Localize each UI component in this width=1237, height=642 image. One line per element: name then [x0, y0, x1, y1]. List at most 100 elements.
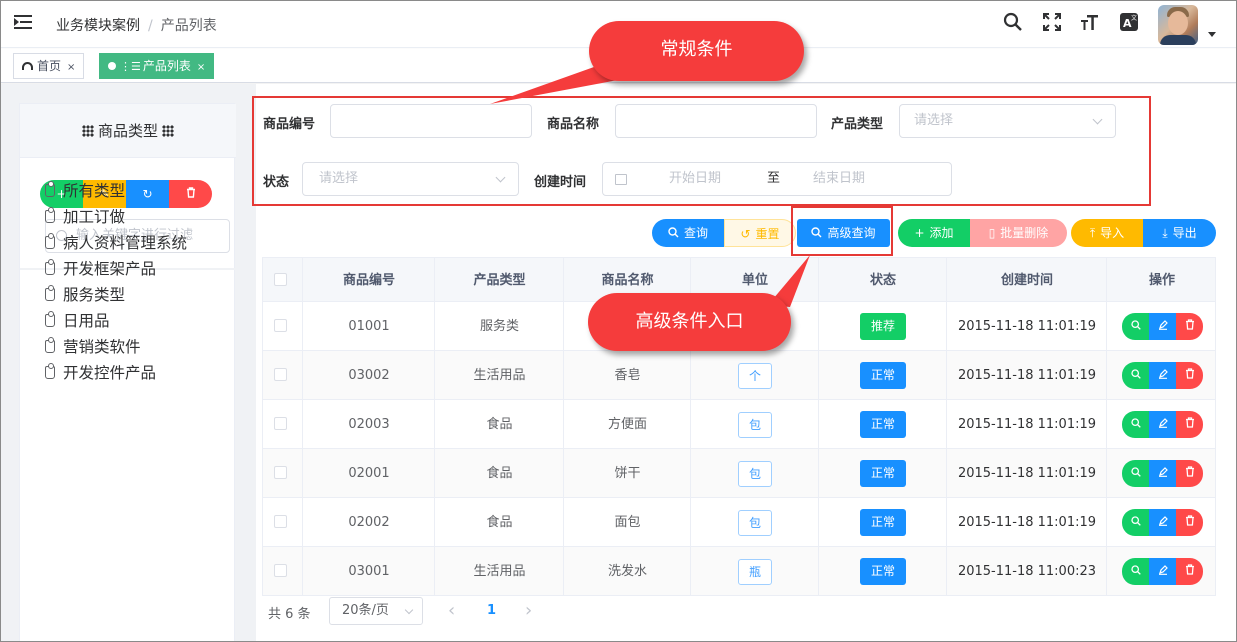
plus-icon: + [914, 226, 925, 240]
unit-cell: 包 [691, 449, 819, 498]
status-cell: 正常 [819, 547, 947, 596]
tree-node[interactable]: 日用品 [45, 308, 187, 334]
upload-icon: ⤒ [1089, 226, 1096, 240]
view-row-button[interactable] [1122, 460, 1149, 487]
unit-tag: 包 [738, 411, 772, 438]
view-row-button[interactable] [1122, 411, 1149, 438]
edit-icon [1158, 369, 1168, 379]
column-header[interactable]: 状态 [819, 258, 947, 303]
view-row-button[interactable] [1122, 313, 1149, 340]
edit-row-button[interactable] [1149, 509, 1176, 536]
edit-icon [1158, 516, 1168, 526]
tree-node[interactable]: 病人资料管理系统 [45, 230, 187, 256]
tree-node[interactable]: 所有类型 [45, 178, 187, 204]
download-icon: ⤓ [1162, 226, 1168, 240]
tag-home[interactable]: 首页 × [13, 53, 85, 79]
prev-page-button[interactable]: ‹ [448, 600, 455, 621]
tree-node[interactable]: 服务类型 [45, 282, 187, 308]
page-size-select[interactable]: 20条/页 [329, 597, 423, 625]
tree-node[interactable]: 开发框架产品 [45, 256, 187, 282]
select-all-checkbox[interactable] [274, 273, 287, 286]
close-icon[interactable]: × [197, 62, 205, 73]
delete-icon [1185, 466, 1194, 477]
delete-icon [1185, 515, 1194, 526]
reset-button[interactable]: ↺ 重置 [724, 219, 796, 247]
delete-row-button[interactable] [1176, 460, 1203, 487]
tree-node[interactable]: 开发控件产品 [45, 360, 187, 386]
view-row-button[interactable] [1122, 509, 1149, 536]
status-placeholder: 请选择 [319, 171, 359, 186]
query-button[interactable]: 查询 [652, 219, 724, 247]
delete-row-button[interactable] [1176, 362, 1203, 389]
next-page-button[interactable]: › [525, 600, 532, 621]
fullscreen-icon[interactable] [1041, 12, 1063, 34]
edit-row-button[interactable] [1149, 313, 1176, 340]
row-checkbox[interactable] [274, 417, 287, 430]
delete-row-button[interactable] [1176, 313, 1203, 340]
table-row[interactable]: 02003 食品 方便面 包 正常 2015-11-18 11:01:19 [262, 400, 1216, 449]
status-select[interactable]: 请选择 [302, 162, 519, 196]
time-cell: 2015-11-18 11:01:19 [957, 466, 1097, 481]
translate-icon[interactable]: A文 [1118, 12, 1140, 34]
status-label: 状态 [263, 175, 290, 190]
table-row[interactable]: 03002 生活用品 香皂 个 正常 2015-11-18 11:01:19 [262, 351, 1216, 400]
tree-node[interactable]: 营销类软件 [45, 334, 187, 360]
category-panel-header: 商品类型 [20, 104, 236, 158]
reset-icon: ↺ [740, 227, 751, 241]
unit-tag: 个 [738, 362, 772, 389]
search-icon [668, 219, 679, 247]
row-checkbox[interactable] [274, 466, 287, 479]
delete-row-button[interactable] [1176, 411, 1203, 438]
code-cell: 02003 [348, 417, 390, 432]
type-cell: 服务类 [479, 319, 519, 334]
table-row[interactable]: 02002 食品 面包 包 正常 2015-11-18 11:01:19 [262, 498, 1216, 547]
row-checkbox[interactable] [274, 564, 287, 577]
name-input[interactable] [615, 104, 817, 138]
breadcrumb-current: 产品列表 [160, 18, 217, 34]
unit-tag: 包 [738, 509, 772, 536]
font-size-icon[interactable] [1079, 12, 1101, 34]
type-select[interactable]: 请选择 [899, 104, 1116, 138]
row-checkbox[interactable] [274, 515, 287, 528]
delete-icon [1185, 417, 1194, 428]
delete-row-button[interactable] [1176, 509, 1203, 536]
page-number[interactable]: 1 [487, 603, 496, 618]
time-cell: 2015-11-18 11:01:19 [957, 319, 1097, 334]
tag-icon [45, 181, 55, 197]
status-badge: 正常 [860, 509, 906, 536]
advanced-query-button[interactable]: 高级查询 [797, 219, 890, 247]
row-checkbox[interactable] [274, 319, 287, 332]
edit-row-button[interactable] [1149, 362, 1176, 389]
date-range-picker[interactable]: 开始日期 至 结束日期 [602, 162, 952, 196]
export-button[interactable]: ⤓ 导出 [1143, 219, 1216, 247]
view-row-button[interactable] [1122, 362, 1149, 389]
edit-row-button[interactable] [1149, 460, 1176, 487]
table-row[interactable]: 02001 食品 饼干 包 正常 2015-11-18 11:01:19 [262, 449, 1216, 498]
chevron-down-icon[interactable] [1208, 32, 1216, 37]
tag-product-list[interactable]: ⋮☰ 产品列表 × [99, 53, 215, 79]
import-button[interactable]: ⤒ 导入 [1071, 219, 1143, 247]
column-header[interactable]: 产品类型 [435, 258, 564, 303]
row-checkbox[interactable] [274, 368, 287, 381]
view-row-button[interactable] [1122, 558, 1149, 585]
avatar[interactable] [1158, 5, 1198, 45]
edit-icon [1158, 320, 1168, 330]
edit-row-button[interactable] [1149, 411, 1176, 438]
advanced-query-label: 高级查询 [827, 226, 876, 240]
tree-node[interactable]: 加工订做 [45, 204, 187, 230]
unit-cell: 瓶 [691, 547, 819, 596]
batch-delete-button[interactable]: ▯ 批量删除 [970, 219, 1067, 247]
add-button[interactable]: + 添加 [898, 219, 970, 247]
delete-row-button[interactable] [1176, 558, 1203, 585]
hamburger-menu-icon[interactable] [14, 14, 32, 30]
delete-icon [1185, 564, 1194, 575]
pagination-total: 共 6 条 [268, 607, 311, 622]
edit-row-button[interactable] [1149, 558, 1176, 585]
search-icon[interactable] [1002, 12, 1024, 34]
column-header[interactable]: 商品编号 [303, 258, 435, 303]
table-row[interactable]: 03001 生活用品 洗发水 瓶 正常 2015-11-18 11:00:23 [262, 547, 1216, 596]
breadcrumb-item[interactable]: 业务模块案例 [56, 18, 140, 34]
column-header[interactable]: 创建时间 [947, 258, 1107, 303]
close-icon[interactable]: × [67, 62, 75, 73]
tree-node-label: 病人资料管理系统 [63, 234, 188, 252]
